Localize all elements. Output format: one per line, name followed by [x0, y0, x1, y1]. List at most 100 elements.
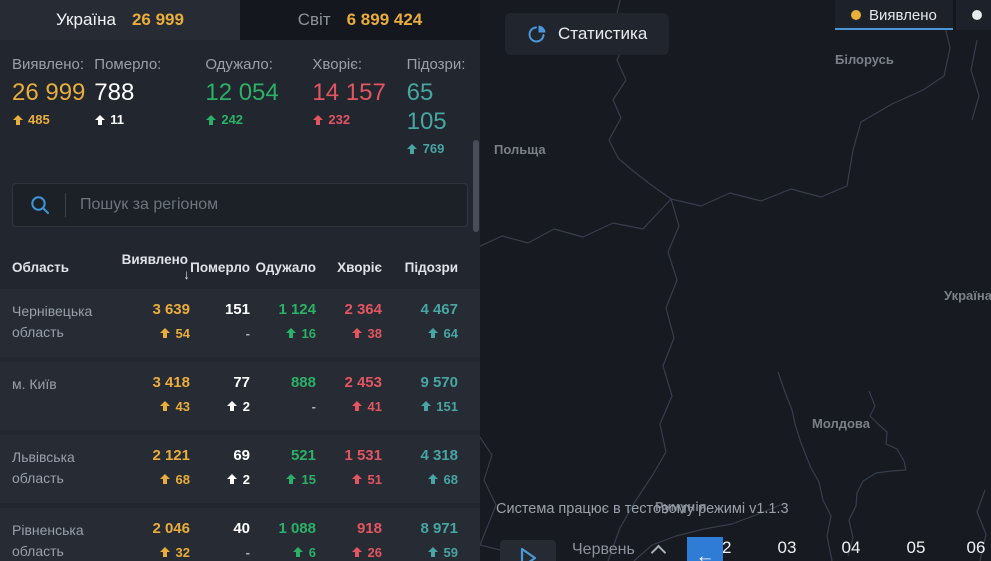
- table-row[interactable]: Рівненська область2 0463240-1 0886918268…: [0, 508, 480, 561]
- cell-delta-value: 68: [176, 472, 190, 487]
- cell-value: 77: [190, 374, 250, 392]
- cell-delta: -: [190, 326, 250, 341]
- table-cell: 40-: [190, 520, 250, 561]
- sort-desc-icon: ↓: [183, 267, 190, 282]
- column-header-label: Одужало: [256, 260, 316, 275]
- arrow-up-icon: [205, 115, 216, 126]
- timeline-date[interactable]: 03: [778, 538, 797, 558]
- system-note: Система працює в тестовому режимі v1.1.3: [496, 501, 789, 517]
- arrow-up-icon: [227, 474, 238, 485]
- panel-scrollbar[interactable]: [473, 140, 479, 232]
- statistics-button[interactable]: Статистика: [505, 13, 669, 55]
- column-header-2[interactable]: Померло: [190, 260, 250, 275]
- map-canvas[interactable]: БілорусьПольщаУкраїнаМолдоваРумунія Стат…: [480, 0, 991, 561]
- cell-value: 8 971: [382, 520, 458, 538]
- table-cell: 91826: [316, 520, 382, 561]
- table-cell: 1 12416: [250, 301, 316, 357]
- tab-ukraine[interactable]: Україна 26 999: [0, 0, 240, 40]
- arrow-up-icon: [160, 547, 171, 558]
- arrow-up-icon: [312, 115, 323, 126]
- covid-dashboard: Україна 26 999 Світ 6 899 424 Виявлено:2…: [0, 0, 991, 561]
- cell-value: 4 318: [382, 447, 458, 465]
- cell-delta-value: 41: [368, 399, 382, 414]
- table-row[interactable]: Чернівецька область3 63954151-1 124162 3…: [0, 289, 480, 357]
- table-cell: 2 12168: [118, 447, 190, 503]
- column-header-0[interactable]: Область: [12, 260, 118, 275]
- country-label: Польща: [494, 142, 546, 157]
- cell-value: 3 418: [118, 374, 190, 392]
- timeline-back-button[interactable]: ←: [687, 537, 723, 561]
- column-header-label: Померло: [190, 260, 250, 275]
- cell-delta: 51: [316, 472, 382, 487]
- column-header-label: Хворіє: [337, 260, 382, 275]
- cell-delta: 59: [382, 545, 458, 560]
- region-name: Рівненська область: [12, 520, 118, 561]
- timeline-date[interactable]: 04: [842, 538, 861, 558]
- timeline-play-button[interactable]: [500, 540, 556, 561]
- cell-delta-value: 54: [176, 326, 190, 341]
- arrow-up-icon: [352, 328, 363, 339]
- cell-value: 918: [316, 520, 382, 538]
- cell-value: 888: [250, 374, 316, 392]
- stat-sick: Хворіє:14 157232: [312, 56, 406, 157]
- cell-delta-value: 2: [243, 472, 250, 487]
- cell-value: 1 531: [316, 447, 382, 465]
- cell-value: 151: [190, 301, 250, 319]
- cell-delta: 151: [382, 399, 458, 414]
- stat-value: 788: [94, 78, 205, 107]
- column-header-1[interactable]: Виявлено ↓: [118, 252, 190, 282]
- map-mode-tab-1[interactable]: По: [953, 0, 991, 30]
- left-panel: Україна 26 999 Світ 6 899 424 Виявлено:2…: [0, 0, 480, 561]
- tab-ukraine-total: 26 999: [132, 10, 184, 30]
- cell-delta-value: 64: [444, 326, 458, 341]
- table-cell: 3 418 43: [118, 374, 190, 430]
- cell-delta-value: 59: [444, 545, 458, 560]
- cell-delta: -: [250, 399, 316, 414]
- map-mode-tab-label: Виявлено: [869, 7, 937, 24]
- timeline-date[interactable]: 05: [907, 538, 926, 558]
- cell-delta-value: 68: [444, 472, 458, 487]
- cell-delta-value: 16: [302, 326, 316, 341]
- cell-delta: 54: [118, 326, 190, 341]
- legend-dot-icon: [851, 10, 861, 20]
- cell-delta-value: 15: [302, 472, 316, 487]
- region-table: Чернівецька область3 63954151-1 124162 3…: [0, 289, 480, 561]
- region-search: [12, 183, 468, 227]
- arrow-up-icon: [227, 401, 238, 412]
- arrow-up-icon: [293, 547, 304, 558]
- tab-ukraine-label: Україна: [56, 10, 116, 30]
- stat-delta: 242: [205, 112, 312, 128]
- table-row[interactable]: Львівська область2 12168692521151 531514…: [0, 435, 480, 503]
- table-cell: 2 45341: [316, 374, 382, 430]
- stat-delta: 485: [12, 112, 94, 128]
- legend-dot-icon: [972, 10, 982, 20]
- column-header-label: Виявлено: [122, 252, 188, 267]
- map-mode-tab-0[interactable]: Виявлено: [835, 0, 953, 30]
- column-header-5[interactable]: Підозри: [382, 260, 458, 275]
- timeline-date[interactable]: 06: [967, 538, 986, 558]
- month-selector[interactable]: Червень: [572, 541, 664, 559]
- cell-delta: 6: [250, 545, 316, 560]
- tab-world-total: 6 899 424: [347, 10, 423, 30]
- table-cell: 772: [190, 374, 250, 430]
- tab-world[interactable]: Світ 6 899 424: [240, 0, 480, 40]
- column-header-3[interactable]: Одужало: [250, 260, 316, 275]
- cell-delta: 2: [190, 399, 250, 414]
- cell-delta: 16: [250, 326, 316, 341]
- table-cell: 4 318 68: [382, 447, 458, 503]
- statistics-button-label: Статистика: [558, 24, 647, 44]
- map-borders: [480, 0, 991, 561]
- national-stats: Виявлено:26 999485Померло:78811Одужало:1…: [0, 40, 480, 157]
- arrow-up-icon: [407, 144, 418, 155]
- table-cell: 2 364 38: [316, 301, 382, 357]
- stat-label: Виявлено:: [12, 56, 94, 74]
- column-header-4[interactable]: Хворіє: [316, 260, 382, 275]
- cell-value: 2 364: [316, 301, 382, 319]
- search-input[interactable]: [66, 196, 467, 214]
- cell-delta-value: 51: [368, 472, 382, 487]
- cell-delta: 38: [316, 326, 382, 341]
- stat-delta-value: 769: [423, 141, 445, 157]
- cell-value: 2 046: [118, 520, 190, 538]
- table-row[interactable]: м. Київ3 41843772888-2 453419 570151: [0, 362, 480, 430]
- cell-delta: 43: [118, 399, 190, 414]
